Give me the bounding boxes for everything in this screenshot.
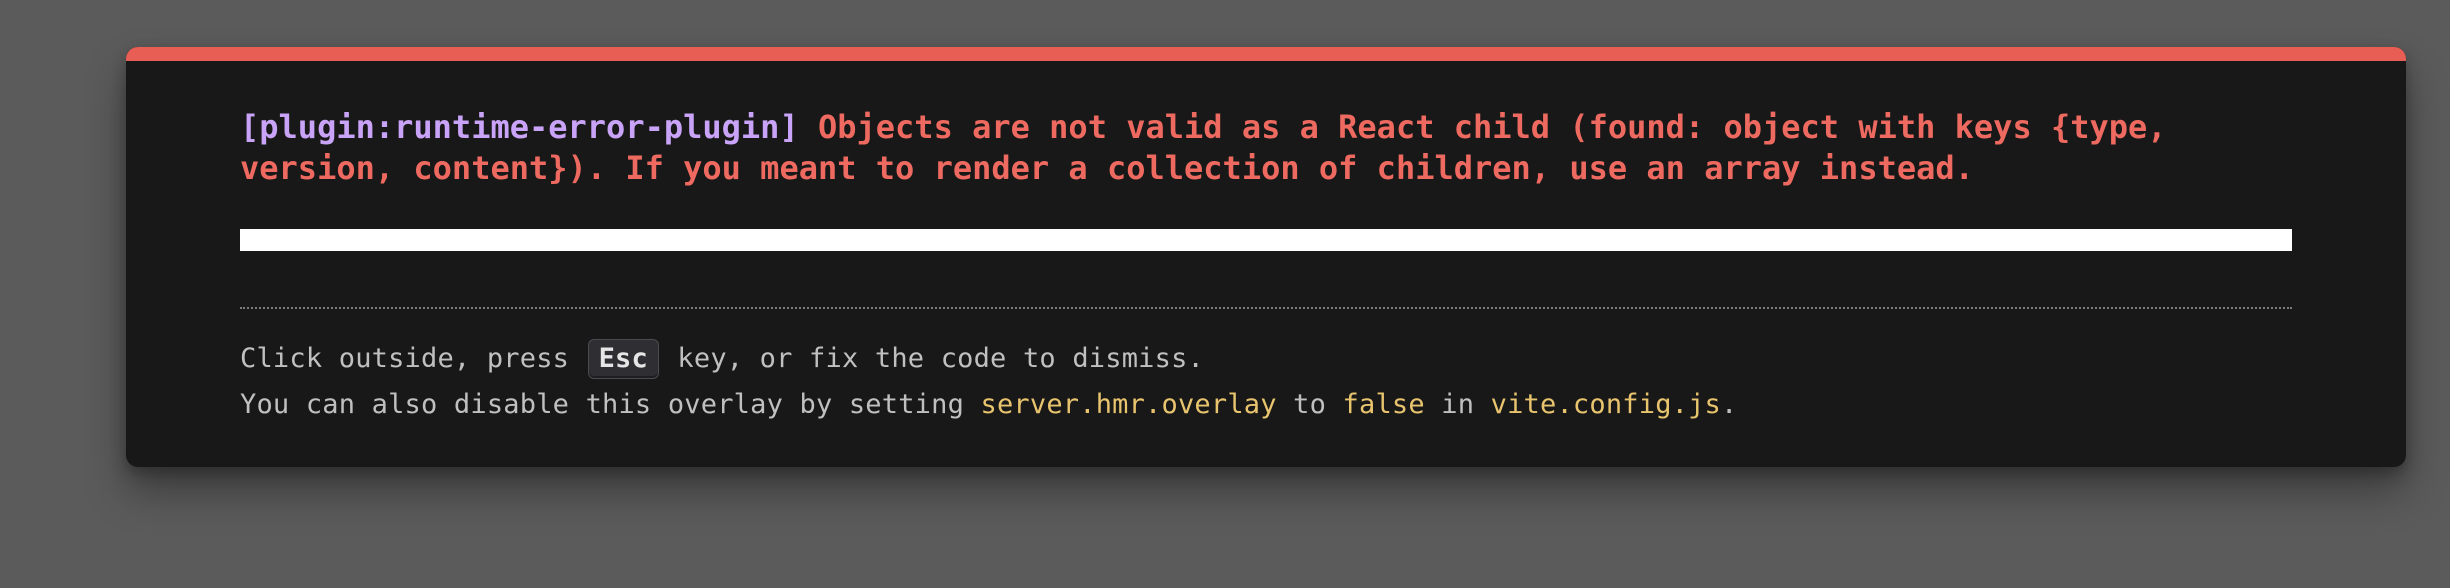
error-accent-bar [126, 47, 2406, 61]
dismiss-tip-text-start: Click outside, press [240, 343, 586, 374]
dismiss-tip-text-end: key, or fix the code to dismiss. [660, 343, 1204, 374]
config-file-name: vite.config.js [1490, 389, 1722, 420]
disable-tip-end: . [1721, 389, 1738, 420]
esc-key: Esc [587, 339, 659, 379]
disable-tip-to: to [1276, 389, 1343, 420]
setting-name: server.hmr.overlay [980, 389, 1277, 420]
dismiss-tip: Click outside, press Esc key, or fix the… [240, 339, 2292, 379]
error-content: [plugin:runtime-error-plugin] Objects ar… [240, 107, 2292, 425]
disable-tip: You can also disable this overlay by set… [240, 385, 2292, 425]
code-frame [240, 229, 2292, 251]
tip-divider [240, 307, 2292, 309]
plugin-tag: [plugin:runtime-error-plugin] [240, 108, 799, 146]
disable-tip-text-start: You can also disable this overlay by set… [240, 389, 981, 420]
setting-value: false [1342, 389, 1425, 420]
error-message: [plugin:runtime-error-plugin] Objects ar… [240, 107, 2292, 189]
error-overlay: [plugin:runtime-error-plugin] Objects ar… [126, 47, 2406, 467]
disable-tip-in: in [1424, 389, 1491, 420]
